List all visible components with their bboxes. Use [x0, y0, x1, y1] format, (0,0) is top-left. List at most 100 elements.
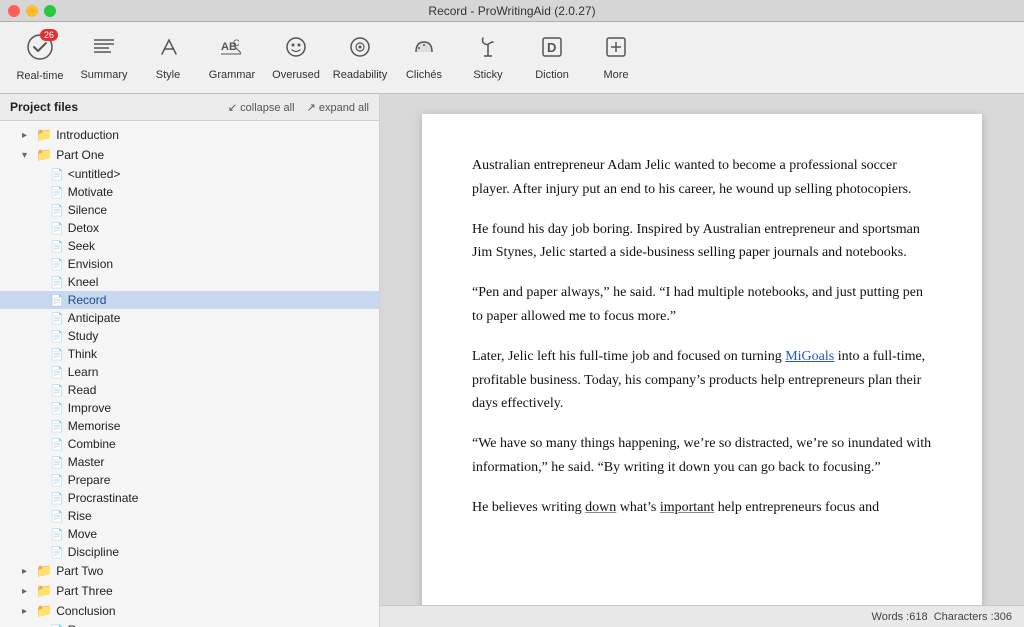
tool-more[interactable]: More — [584, 30, 648, 85]
editor-page[interactable]: Australian entrepreneur Adam Jelic wante… — [422, 114, 982, 605]
tool-sticky[interactable]: Sticky — [456, 30, 520, 85]
sidebar-item-conclusion[interactable]: ▸📁 Conclusion — [0, 601, 379, 621]
sidebar-item-prepare[interactable]: 📄 Prepare — [0, 471, 379, 489]
sidebar-item-kneel[interactable]: 📄Kneel — [0, 273, 379, 291]
tool-realtime[interactable]: 26Real-time — [8, 29, 72, 86]
sidebar-item-memorise[interactable]: 📄Memorise — [0, 417, 379, 435]
sidebar-item-label: Discipline — [68, 545, 119, 559]
file-icon: 📄 — [50, 546, 64, 559]
toolbar: 26Real-time Summary Style AB C Grammar O… — [0, 22, 1024, 94]
sidebar-item-label: Silence — [68, 203, 107, 217]
file-icon: 📄 — [50, 330, 64, 343]
sidebar-item-seek[interactable]: 📄Seek — [0, 237, 379, 255]
sidebar-item-learn[interactable]: 📄 Learn — [0, 363, 379, 381]
sidebar-item-introduction[interactable]: ▸📁Introduction — [0, 125, 379, 145]
folder-arrow-icon: ▸ — [22, 606, 36, 617]
file-icon: 📄 — [50, 384, 64, 397]
sidebar-item-untitled[interactable]: 📄<untitled> — [0, 165, 379, 183]
folder-arrow-icon: ▸ — [22, 566, 36, 577]
file-icon: 📄 — [50, 528, 64, 541]
folder-icon: 📁 — [36, 603, 52, 619]
sidebar-item-label: Record — [68, 293, 107, 307]
expand-all-button[interactable]: ↗ expand all — [307, 101, 369, 114]
file-icon: 📄 — [50, 366, 64, 379]
collapse-all-button[interactable]: ↙ collapse all — [228, 101, 295, 114]
sidebar-item-label: Combine — [68, 437, 116, 451]
tool-summary[interactable]: Summary — [72, 30, 136, 85]
sidebar-item-label: Conclusion — [56, 604, 115, 618]
svg-text:C: C — [233, 38, 240, 48]
grammar-label: Grammar — [209, 69, 255, 81]
sidebar-item-label: Procrastinate — [68, 491, 139, 505]
maximize-button[interactable] — [44, 5, 56, 17]
sidebar-item-rise[interactable]: 📄 Rise — [0, 507, 379, 525]
editor-area: Australian entrepreneur Adam Jelic wante… — [380, 94, 1024, 627]
sidebar-item-label: Introduction — [56, 128, 119, 142]
sidebar-item-study[interactable]: 📄Study — [0, 327, 379, 345]
folder-icon: 📁 — [36, 147, 52, 163]
sidebar-item-label: Seek — [68, 239, 95, 253]
sidebar-item-part-two[interactable]: ▸📁Part Two — [0, 561, 379, 581]
close-button[interactable] — [8, 5, 20, 17]
sidebar-item-detox[interactable]: 📄Detox — [0, 219, 379, 237]
tool-cliches[interactable]: Clichés — [392, 30, 456, 85]
svg-text:D: D — [547, 40, 556, 55]
readability-label: Readability — [333, 69, 387, 81]
file-icon: 📄 — [50, 222, 64, 235]
sidebar-title: Project files — [10, 100, 78, 114]
tool-style[interactable]: Style — [136, 30, 200, 85]
sidebar-item-silence[interactable]: 📄Silence — [0, 201, 379, 219]
paragraph-1: Australian entrepreneur Adam Jelic wante… — [472, 154, 932, 202]
sidebar-item-procrastinate[interactable]: 📄Procrastinate — [0, 489, 379, 507]
sidebar-item-combine[interactable]: 📄Combine — [0, 435, 379, 453]
tool-grammar[interactable]: AB C Grammar — [200, 30, 264, 85]
sidebar-item-label: Move — [68, 527, 97, 541]
word-count-value: 618 — [909, 611, 927, 623]
sidebar-item-label: Prepare — [68, 473, 111, 487]
sidebar-item-anticipate[interactable]: 📄Anticipate — [0, 309, 379, 327]
sidebar-item-master[interactable]: 📄Master — [0, 453, 379, 471]
sidebar-item-resources[interactable]: 📄Resources — [0, 621, 379, 627]
readability-icon — [347, 34, 373, 66]
more-label: More — [603, 69, 628, 81]
sidebar-item-think[interactable]: 📄Think — [0, 345, 379, 363]
sidebar-header: Project files ↙ collapse all ↗ expand al… — [0, 94, 379, 121]
sidebar-item-label: Resources — [68, 623, 125, 627]
sidebar-item-label: Anticipate — [68, 311, 121, 325]
style-label: Style — [156, 69, 180, 81]
word-count-label: Words : — [872, 611, 910, 623]
file-icon: 📄 — [50, 510, 64, 523]
paragraph-2: He found his day job boring. Inspired by… — [472, 218, 932, 266]
sidebar-item-label: Learn — [68, 365, 99, 379]
sidebar-item-move[interactable]: 📄 Move — [0, 525, 379, 543]
editor-scroll[interactable]: Australian entrepreneur Adam Jelic wante… — [380, 94, 1024, 605]
sidebar-item-label: Envision — [68, 257, 113, 271]
tool-diction[interactable]: D Diction — [520, 30, 584, 85]
underline-down: down — [585, 500, 616, 515]
sidebar-item-discipline[interactable]: 📄 Discipline — [0, 543, 379, 561]
tool-overused[interactable]: Overused — [264, 30, 328, 85]
file-icon: 📄 — [50, 474, 64, 487]
sticky-label: Sticky — [473, 69, 502, 81]
cliches-icon — [411, 34, 437, 66]
summary-icon — [91, 34, 117, 66]
file-icon: 📄 — [50, 402, 64, 415]
sidebar-item-motivate[interactable]: 📄Motivate — [0, 183, 379, 201]
minimize-button[interactable] — [26, 5, 38, 17]
main-area: Project files ↙ collapse all ↗ expand al… — [0, 94, 1024, 627]
sidebar-tree: ▸📁Introduction▾📁Part One📄<untitled>📄Moti… — [0, 121, 379, 627]
sidebar-item-improve[interactable]: 📄Improve — [0, 399, 379, 417]
sidebar-item-label: Rise — [68, 509, 92, 523]
sidebar-item-part-one[interactable]: ▾📁Part One — [0, 145, 379, 165]
sidebar-item-record[interactable]: 📄Record — [0, 291, 379, 309]
file-icon: 📄 — [50, 258, 64, 271]
sidebar-item-read[interactable]: 📄Read — [0, 381, 379, 399]
realtime-badge: 26 — [40, 29, 58, 41]
sidebar-item-envision[interactable]: 📄 Envision — [0, 255, 379, 273]
sidebar-item-part-three[interactable]: ▸📁Part Three — [0, 581, 379, 601]
status-bar: Words : 618 Characters : 306 — [380, 605, 1024, 627]
underline-important: important — [660, 500, 714, 515]
file-icon: 📄 — [50, 186, 64, 199]
file-icon: 📄 — [50, 348, 64, 361]
tool-readability[interactable]: Readability — [328, 30, 392, 85]
